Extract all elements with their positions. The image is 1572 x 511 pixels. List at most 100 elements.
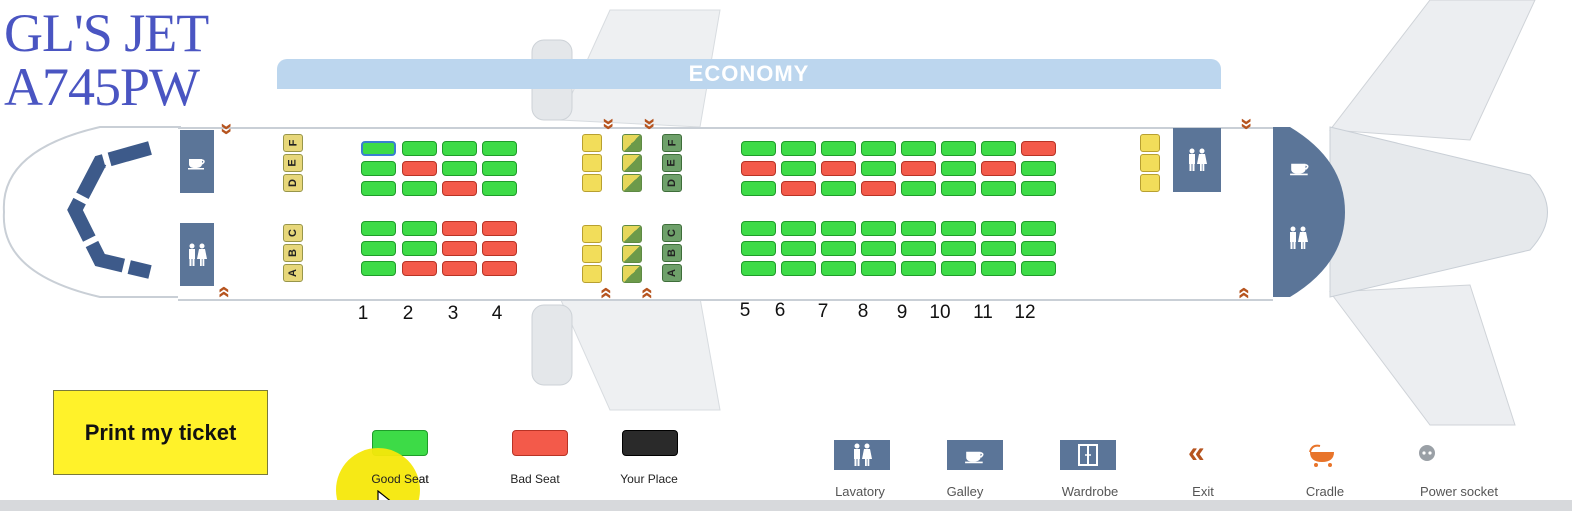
seat-good[interactable]: [741, 221, 776, 236]
seat-bad[interactable]: [402, 261, 437, 276]
seat-good[interactable]: [781, 261, 816, 276]
seat-good[interactable]: [361, 221, 396, 236]
seat-good[interactable]: [402, 181, 437, 196]
seat-good[interactable]: [442, 141, 477, 156]
seat-good[interactable]: [402, 141, 437, 156]
seat-good[interactable]: [901, 181, 936, 196]
print-ticket-button[interactable]: Print my ticket: [53, 390, 268, 475]
seat-letter: D: [662, 174, 682, 192]
seat-good[interactable]: [741, 261, 776, 276]
seat-bad[interactable]: [861, 181, 896, 196]
seat-good[interactable]: [901, 141, 936, 156]
seat-good[interactable]: [941, 241, 976, 256]
exit-row-seat[interactable]: [622, 265, 642, 283]
exit-row-seat[interactable]: [622, 134, 642, 152]
seat-bad[interactable]: [482, 261, 517, 276]
seat-bad[interactable]: [402, 161, 437, 176]
seat-good[interactable]: [861, 141, 896, 156]
seat-good[interactable]: [1021, 181, 1056, 196]
seat-good[interactable]: [442, 161, 477, 176]
seat-good[interactable]: [361, 161, 396, 176]
seat-good[interactable]: [821, 181, 856, 196]
seat-good[interactable]: [941, 181, 976, 196]
seat-good[interactable]: [901, 241, 936, 256]
seat-good[interactable]: [361, 261, 396, 276]
lavatory-icon: [1189, 148, 1207, 171]
seat-good[interactable]: [981, 141, 1016, 156]
seat-bad[interactable]: [442, 181, 477, 196]
row-number: 3: [447, 303, 459, 324]
exit-row-seat[interactable]: [582, 134, 602, 152]
seat-bad[interactable]: [482, 221, 517, 236]
seat-good[interactable]: [482, 141, 517, 156]
seat-bad[interactable]: [901, 161, 936, 176]
seat-good[interactable]: [981, 181, 1016, 196]
seat-good[interactable]: [901, 261, 936, 276]
seat-good[interactable]: [781, 141, 816, 156]
seat-good[interactable]: [981, 221, 1016, 236]
seat-good[interactable]: [1021, 241, 1056, 256]
seat-bad[interactable]: [442, 261, 477, 276]
seat-good[interactable]: [781, 161, 816, 176]
seat-good[interactable]: [1021, 161, 1056, 176]
exit-row-seat[interactable]: [1140, 154, 1160, 172]
row-number: 11: [973, 302, 993, 323]
seat-good[interactable]: [821, 261, 856, 276]
seat-good[interactable]: [821, 141, 856, 156]
seat-good[interactable]: [482, 161, 517, 176]
exit-row-seat[interactable]: [622, 245, 642, 263]
seat-good[interactable]: [1021, 261, 1056, 276]
seat-bad[interactable]: [741, 161, 776, 176]
seat-good[interactable]: [482, 181, 517, 196]
exit-row-seat[interactable]: [622, 225, 642, 243]
exit-icon: «: [213, 285, 239, 299]
seat-good[interactable]: [781, 221, 816, 236]
exit-row-seat[interactable]: [582, 265, 602, 283]
seat-bad[interactable]: [442, 221, 477, 236]
seat-good[interactable]: [1021, 221, 1056, 236]
seat-good[interactable]: [402, 221, 437, 236]
seat-good[interactable]: [781, 241, 816, 256]
seat-bad[interactable]: [482, 241, 517, 256]
exit-row-seat[interactable]: [1140, 134, 1160, 152]
exit-row-seat[interactable]: [582, 154, 602, 172]
seat-good[interactable]: [821, 241, 856, 256]
seat-bad[interactable]: [821, 161, 856, 176]
wardrobe-legend-box: [1060, 440, 1116, 470]
lavatory-legend-box: [834, 440, 890, 470]
seat-good[interactable]: [361, 181, 396, 196]
exit-row-seat[interactable]: [582, 174, 602, 192]
exit-row-seat[interactable]: [1140, 174, 1160, 192]
exit-row-seat[interactable]: [622, 174, 642, 192]
seat-letter: B: [283, 244, 303, 262]
seat-mine[interactable]: [361, 141, 396, 156]
seat-good[interactable]: [981, 241, 1016, 256]
seat-good[interactable]: [821, 221, 856, 236]
seat-good[interactable]: [981, 261, 1016, 276]
exit-row-seat[interactable]: [582, 245, 602, 263]
seat-bad[interactable]: [981, 161, 1016, 176]
seat-good[interactable]: [402, 241, 437, 256]
exit-row-seat[interactable]: [622, 154, 642, 172]
seat-good[interactable]: [861, 161, 896, 176]
seat-good[interactable]: [361, 241, 396, 256]
seat-letter: F: [283, 134, 303, 152]
seat-good[interactable]: [941, 221, 976, 236]
seat-good[interactable]: [741, 181, 776, 196]
seat-letter: E: [662, 154, 682, 172]
exit-row-seat[interactable]: [582, 225, 602, 243]
seat-good[interactable]: [741, 241, 776, 256]
seat-good[interactable]: [861, 241, 896, 256]
seat-bad[interactable]: [781, 181, 816, 196]
seat-good[interactable]: [901, 221, 936, 236]
seat-good[interactable]: [941, 161, 976, 176]
seat-bad[interactable]: [442, 241, 477, 256]
seat-good[interactable]: [861, 221, 896, 236]
seat-bad[interactable]: [1021, 141, 1056, 156]
seat-good[interactable]: [941, 261, 976, 276]
seat-good[interactable]: [861, 261, 896, 276]
seat-good[interactable]: [941, 141, 976, 156]
seat-good[interactable]: [741, 141, 776, 156]
seat-letter: D: [283, 174, 303, 192]
row-number: 4: [491, 303, 503, 324]
